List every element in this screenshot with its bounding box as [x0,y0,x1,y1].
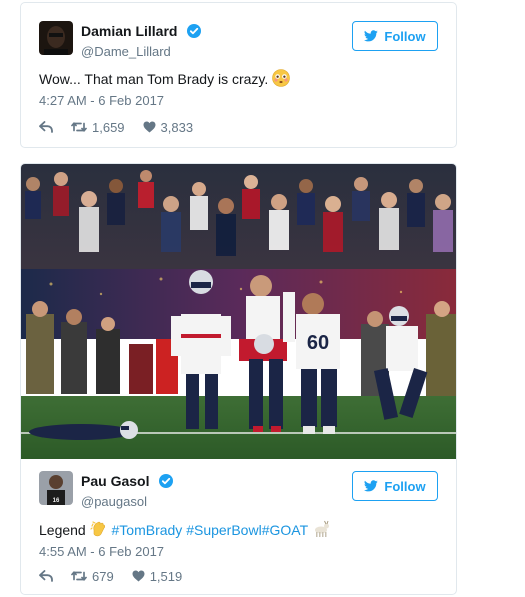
hashtag-link[interactable]: #SuperBowl [186,522,262,538]
avatar[interactable]: 16 [39,471,73,505]
like-count: 3,833 [160,119,194,135]
like-count: 1,519 [149,568,183,584]
verified-badge-icon [158,473,173,488]
user-handle[interactable]: @Dame_Lillard [81,44,201,59]
user-names: Pau Gasol @paugasol [81,472,173,509]
tweet-text-prefix: Legend [39,522,86,538]
reply-button[interactable] [39,570,53,582]
reply-icon [39,121,53,133]
goat-emoji [312,520,330,541]
user-names: Damian Lillard @Dame_Lillard [81,22,201,59]
user-handle[interactable]: @paugasol [81,494,173,509]
display-name[interactable]: Pau Gasol [81,473,149,489]
follow-label: Follow [384,478,426,494]
twitter-bird-icon [364,480,379,492]
retweet-button[interactable]: 1,659 [71,120,125,135]
follow-button[interactable]: Follow [352,21,438,51]
retweet-icon [71,571,87,581]
like-button[interactable]: 3,833 [143,119,194,135]
twitter-bird-icon [364,30,379,42]
heart-icon [143,121,156,133]
follow-button[interactable]: Follow [352,471,438,501]
like-button[interactable]: 1,519 [132,568,183,584]
tweet-actions: 1,659 3,833 [39,119,211,135]
reply-icon [39,570,53,582]
retweet-button[interactable]: 679 [71,569,114,584]
tweet-photo[interactable]: 60 [21,164,456,459]
hashtag-link[interactable]: #TomBrady [112,522,183,538]
jersey-number: 60 [307,332,329,354]
tweet-actions: 679 1,519 [39,568,200,584]
tweet-text: Wow... That man Tom Brady is crazy. [39,69,290,90]
retweet-count: 1,659 [92,119,125,135]
retweet-icon [71,122,87,132]
verified-badge-icon [186,23,201,38]
clapping-hands-emoji [90,520,108,541]
heart-icon [132,570,145,582]
tweet-text: Legend #TomBrady #SuperBowl#GOAT [39,520,330,541]
reply-button[interactable] [39,121,53,133]
tweet-timestamp[interactable]: 4:27 AM - 6 Feb 2017 [39,93,164,108]
display-name[interactable]: Damian Lillard [81,23,177,39]
flushed-face-emoji [272,69,290,90]
tweet-text-body: Wow... That man Tom Brady is crazy. [39,71,269,87]
hashtag-link[interactable]: #GOAT [262,522,308,538]
avatar[interactable] [39,21,73,55]
tweet-card-dame-lillard: Damian Lillard @Dame_Lillard Follow Wow.… [20,2,457,148]
tweet-card-pau-gasol: 60 16 Pau Gasol @paugasol Follow Legend … [20,163,457,595]
follow-label: Follow [384,28,426,44]
retweet-count: 679 [92,568,114,584]
svg-text:16: 16 [53,498,60,504]
tweet-timestamp[interactable]: 4:55 AM - 6 Feb 2017 [39,544,164,559]
